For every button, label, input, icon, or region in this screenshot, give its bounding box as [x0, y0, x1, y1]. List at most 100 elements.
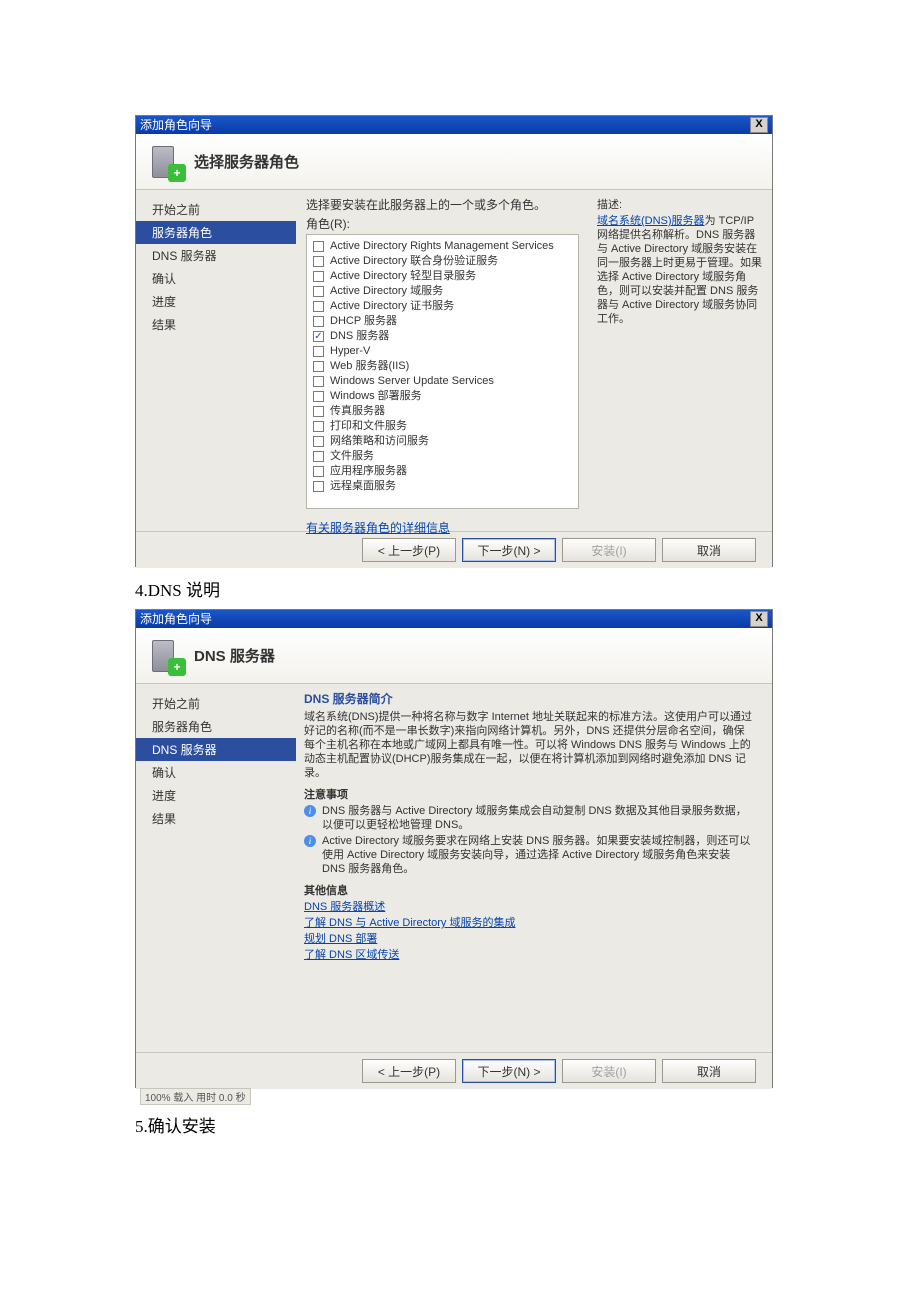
info-link[interactable]: 了解 DNS 与 Active Directory 域服务的集成 — [304, 916, 752, 930]
role-label: Web 服务器(IIS) — [330, 359, 409, 374]
info-link[interactable]: DNS 服务器概述 — [304, 900, 752, 914]
sidebar-item[interactable]: 开始之前 — [136, 692, 296, 715]
cancel-button[interactable]: 取消 — [662, 1059, 756, 1083]
sidebar-item[interactable]: 进度 — [136, 290, 296, 313]
role-label: Windows 部署服务 — [330, 389, 422, 404]
next-button[interactable]: 下一步(N) > — [462, 1059, 556, 1083]
sidebar-item[interactable]: 结果 — [136, 807, 296, 830]
titlebar[interactable]: 添加角色向导 X — [136, 116, 772, 134]
sidebar-item[interactable]: 服务器角色 — [136, 715, 296, 738]
role-label: DHCP 服务器 — [330, 314, 397, 329]
sidebar-item[interactable]: 开始之前 — [136, 198, 296, 221]
role-item[interactable]: Web 服务器(IIS) — [313, 359, 572, 374]
close-icon[interactable]: X — [750, 117, 768, 133]
role-label: Active Directory 域服务 — [330, 284, 443, 299]
info-link[interactable]: 了解 DNS 区域传送 — [304, 948, 752, 962]
sidebar-item[interactable]: 确认 — [136, 267, 296, 290]
checkbox-icon[interactable] — [313, 406, 324, 417]
role-item[interactable]: Active Directory 证书服务 — [313, 299, 572, 314]
role-item[interactable]: 网络策略和访问服务 — [313, 434, 572, 449]
checkbox-icon[interactable] — [313, 256, 324, 267]
roles-list[interactable]: Active Directory Rights Management Servi… — [306, 234, 579, 509]
checkbox-icon[interactable] — [313, 286, 324, 297]
header-title: 选择服务器角色 — [194, 151, 299, 172]
role-item[interactable]: 应用程序服务器 — [313, 464, 572, 479]
sidebar-item[interactable]: 服务器角色 — [136, 221, 296, 244]
sidebar-item[interactable]: DNS 服务器 — [136, 244, 296, 267]
caption-5: 5.确认安装 — [135, 1112, 216, 1137]
checkbox-icon[interactable] — [313, 301, 324, 312]
role-item[interactable]: Windows 部署服务 — [313, 389, 572, 404]
titlebar[interactable]: 添加角色向导 X — [136, 610, 772, 628]
other-info-links: DNS 服务器概述了解 DNS 与 Active Directory 域服务的集… — [304, 900, 752, 962]
checkbox-icon[interactable] — [313, 451, 324, 462]
cancel-button[interactable]: 取消 — [662, 538, 756, 562]
sidebar-item[interactable]: 确认 — [136, 761, 296, 784]
other-info-heading: 其他信息 — [304, 884, 752, 898]
install-button: 安装(I) — [562, 1059, 656, 1083]
button-bar: < 上一步(P) 下一步(N) > 安装(I) 取消 — [136, 531, 772, 568]
role-item[interactable]: Active Directory 联合身份验证服务 — [313, 254, 572, 269]
wizard-icon: + — [148, 144, 184, 180]
role-label: 文件服务 — [330, 449, 374, 464]
checkbox-icon[interactable] — [313, 391, 324, 402]
intro-paragraph: 域名系统(DNS)提供一种将名称与数字 Internet 地址关联起来的标准方法… — [304, 710, 752, 780]
add-roles-wizard-dialog-1: 添加角色向导 X + 选择服务器角色 开始之前服务器角色DNS 服务器确认进度结… — [135, 115, 773, 567]
sidebar-item[interactable]: DNS 服务器 — [136, 738, 296, 761]
prev-button[interactable]: < 上一步(P) — [362, 1059, 456, 1083]
checkbox-icon[interactable] — [313, 436, 324, 447]
wizard-sidebar: 开始之前服务器角色DNS 服务器确认进度结果 — [136, 684, 296, 1052]
checkbox-icon[interactable] — [313, 241, 324, 252]
close-icon[interactable]: X — [750, 611, 768, 627]
add-roles-wizard-dialog-2: 添加角色向导 X + DNS 服务器 开始之前服务器角色DNS 服务器确认进度结… — [135, 609, 773, 1088]
role-label: 传真服务器 — [330, 404, 385, 419]
checkbox-icon[interactable] — [313, 421, 324, 432]
description-link[interactable]: 域名系统(DNS)服务器 — [597, 215, 705, 227]
description-label: 描述: — [597, 196, 762, 212]
role-item[interactable]: 打印和文件服务 — [313, 419, 572, 434]
dns-info-panel: DNS 服务器简介 域名系统(DNS)提供一种将名称与数字 Internet 地… — [296, 684, 772, 1052]
prev-button[interactable]: < 上一步(P) — [362, 538, 456, 562]
info-icon: i — [304, 805, 316, 817]
note-item: i Active Directory 域服务要求在网络上安装 DNS 服务器。如… — [304, 834, 752, 876]
role-label: Active Directory Rights Management Servi… — [330, 239, 554, 254]
checkbox-icon[interactable] — [313, 346, 324, 357]
info-link[interactable]: 规划 DNS 部署 — [304, 932, 752, 946]
role-label: Windows Server Update Services — [330, 374, 494, 389]
role-label: 网络策略和访问服务 — [330, 434, 429, 449]
role-item[interactable]: Active Directory 域服务 — [313, 284, 572, 299]
wizard-sidebar: 开始之前服务器角色DNS 服务器确认进度结果 — [136, 190, 296, 531]
role-item[interactable]: Active Directory 轻型目录服务 — [313, 269, 572, 284]
role-label: 打印和文件服务 — [330, 419, 407, 434]
caption-4: 4.DNS 说明 — [135, 576, 220, 601]
wizard-icon: + — [148, 638, 184, 674]
role-item[interactable]: DHCP 服务器 — [313, 314, 572, 329]
prompt-text: 选择要安装在此服务器上的一个或多个角色。 — [306, 196, 579, 213]
more-info-link[interactable]: 有关服务器角色的详细信息 — [306, 519, 450, 536]
role-label: Active Directory 联合身份验证服务 — [330, 254, 498, 269]
role-item[interactable]: 传真服务器 — [313, 404, 572, 419]
header: + 选择服务器角色 — [136, 134, 772, 190]
role-item[interactable]: 远程桌面服务 — [313, 479, 572, 494]
role-item[interactable]: Windows Server Update Services — [313, 374, 572, 389]
role-label: Hyper-V — [330, 344, 370, 359]
sidebar-item[interactable]: 结果 — [136, 313, 296, 336]
checkbox-icon[interactable] — [313, 466, 324, 477]
notes-heading: 注意事项 — [304, 788, 752, 802]
role-label: 远程桌面服务 — [330, 479, 396, 494]
checkbox-icon[interactable] — [313, 361, 324, 372]
checkbox-icon[interactable] — [313, 376, 324, 387]
role-item[interactable]: DNS 服务器 — [313, 329, 572, 344]
next-button[interactable]: 下一步(N) > — [462, 538, 556, 562]
role-label: DNS 服务器 — [330, 329, 389, 344]
role-item[interactable]: Active Directory Rights Management Servi… — [313, 239, 572, 254]
sidebar-item[interactable]: 进度 — [136, 784, 296, 807]
checkbox-icon[interactable] — [313, 271, 324, 282]
checkbox-icon[interactable] — [313, 316, 324, 327]
install-button: 安装(I) — [562, 538, 656, 562]
window-title: 添加角色向导 — [140, 610, 212, 628]
checkbox-icon[interactable] — [313, 481, 324, 492]
role-item[interactable]: Hyper-V — [313, 344, 572, 359]
role-item[interactable]: 文件服务 — [313, 449, 572, 464]
checkbox-icon[interactable] — [313, 331, 324, 342]
